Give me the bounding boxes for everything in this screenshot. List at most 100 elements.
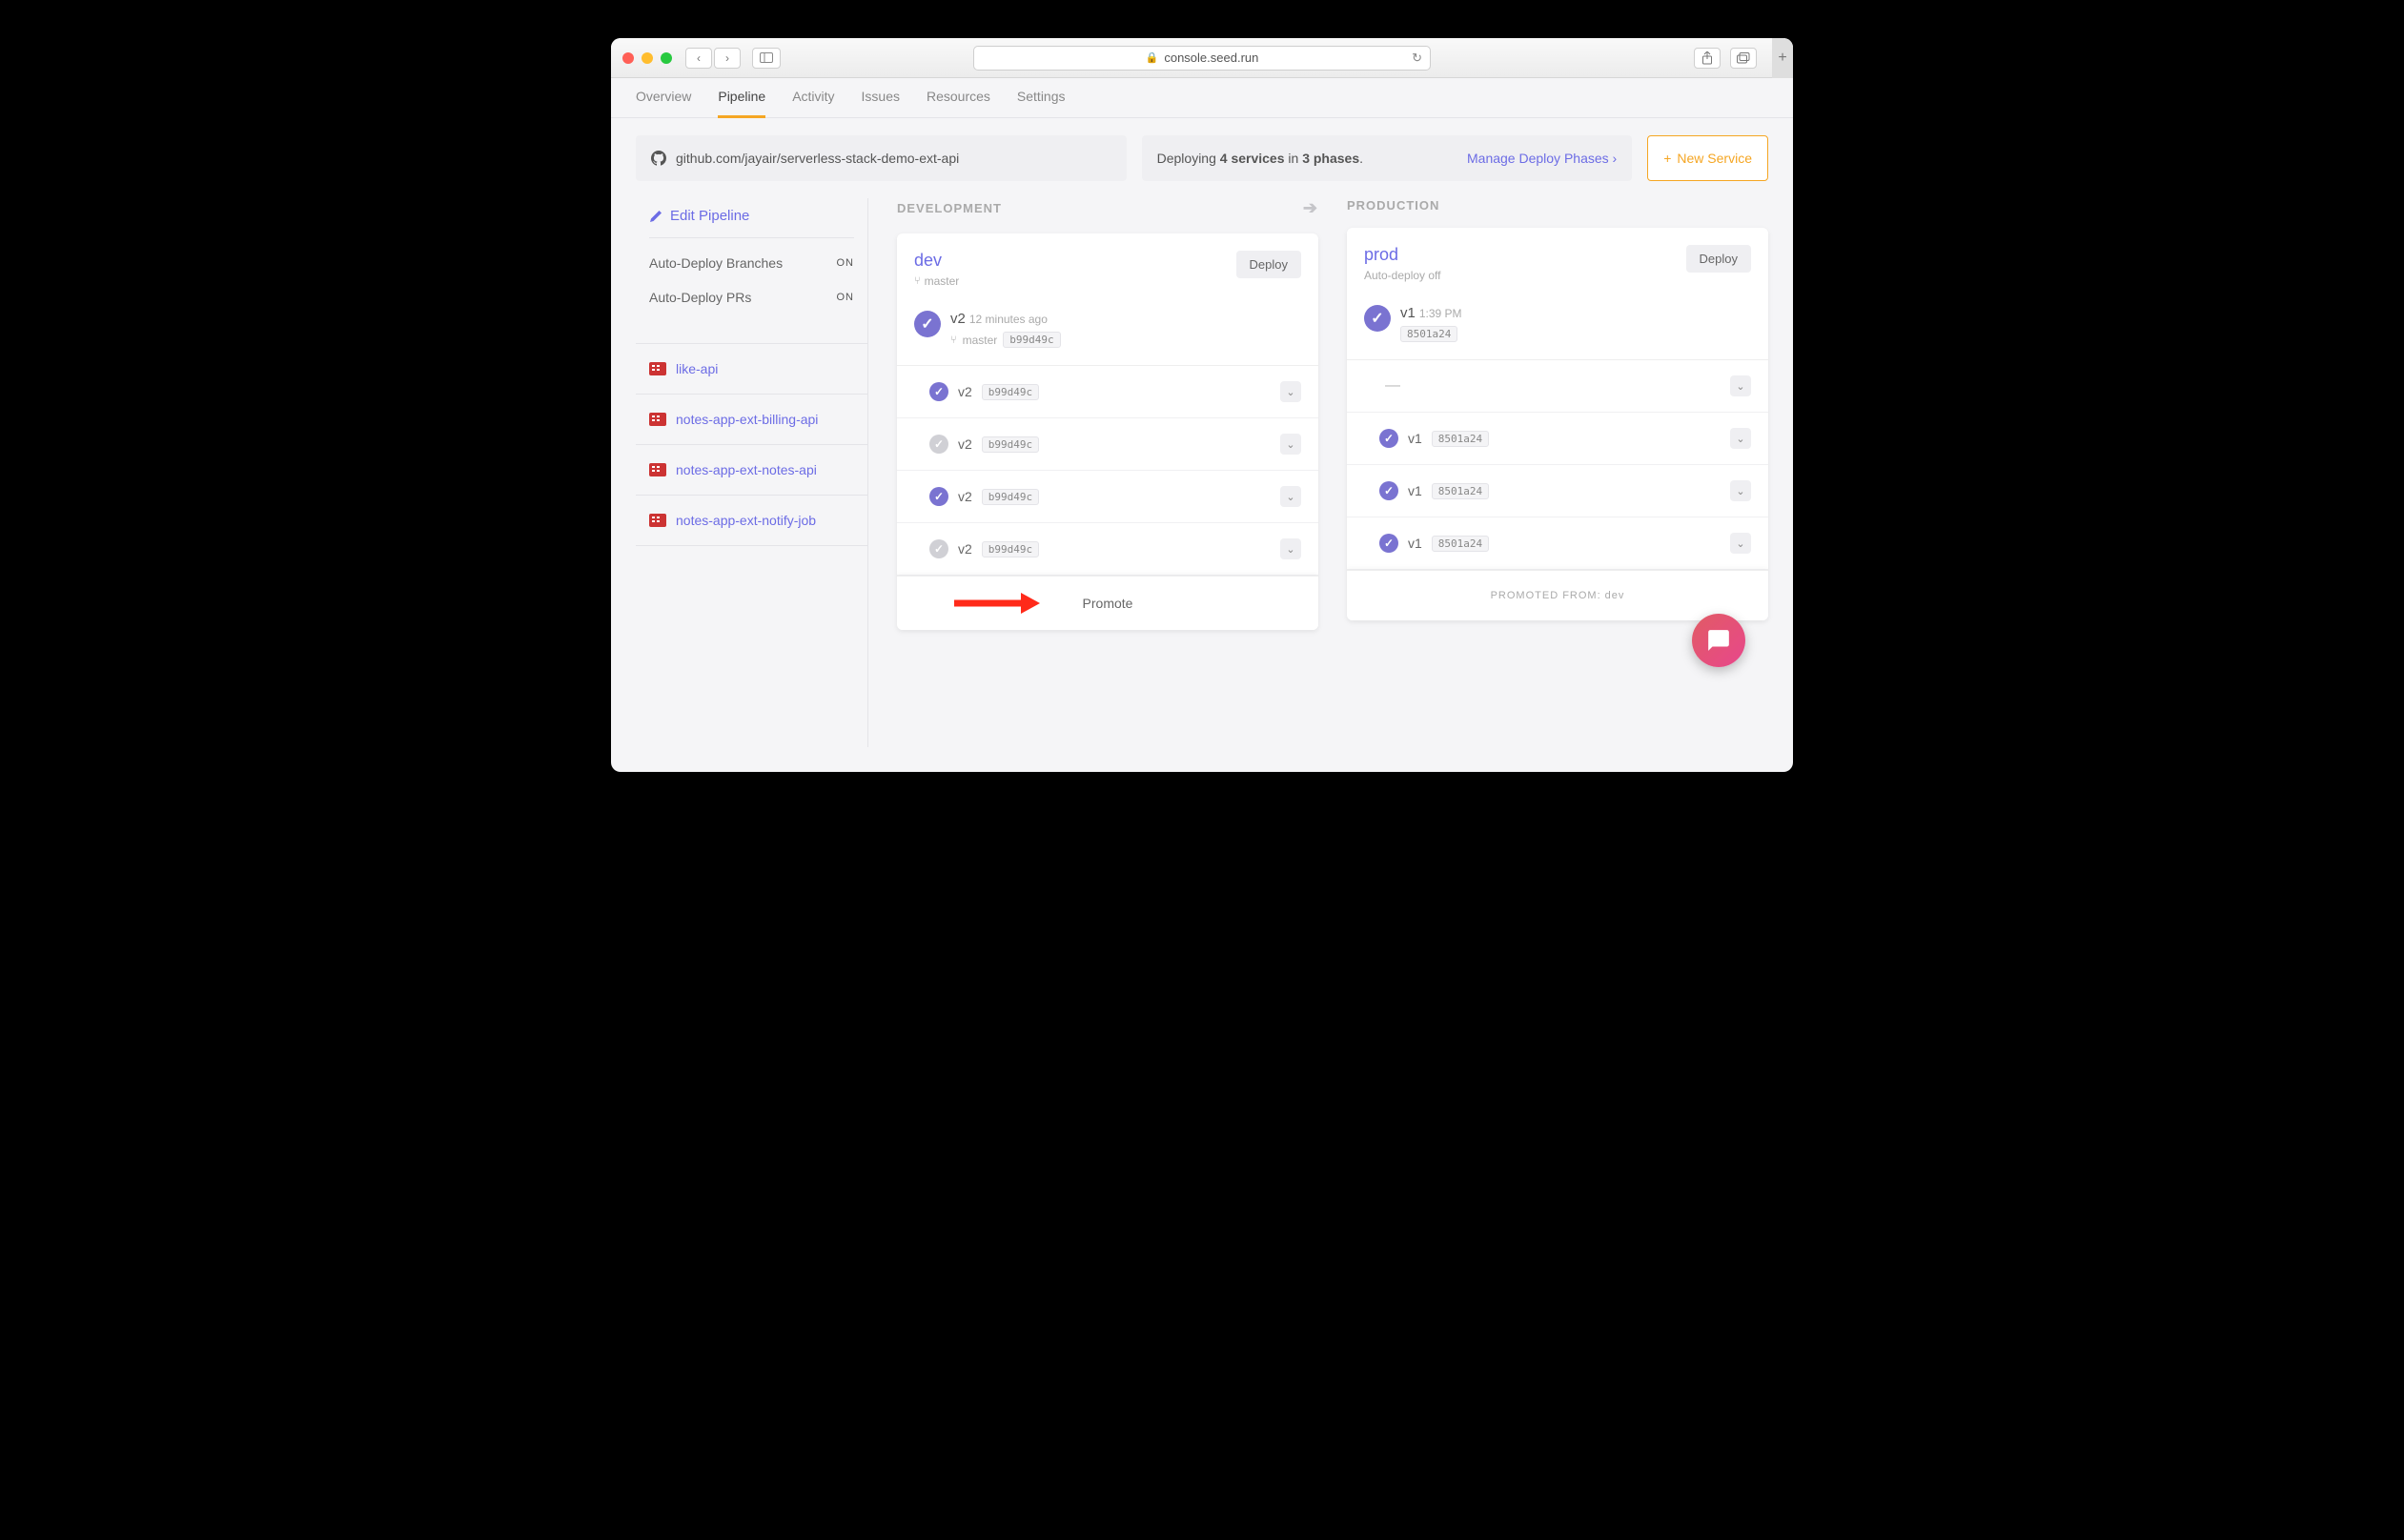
dev-service-row: v2 b99d49c ⌄ (897, 366, 1318, 418)
prod-stage-name[interactable]: prod (1364, 245, 1441, 265)
repo-url: github.com/jayair/serverless-stack-demo-… (676, 151, 959, 166)
expand-icon[interactable]: ⌄ (1730, 428, 1751, 449)
service-icon (649, 463, 666, 476)
service-icon (649, 514, 666, 527)
empty-icon: — (1385, 377, 1400, 395)
dev-service-row: v2 b99d49c ⌄ (897, 523, 1318, 576)
share-button[interactable] (1694, 48, 1721, 69)
prod-version[interactable]: v1 (1400, 305, 1416, 321)
expand-icon[interactable]: ⌄ (1280, 381, 1301, 402)
pencil-icon (649, 210, 662, 223)
tab-issues[interactable]: Issues (862, 78, 900, 118)
auto-deploy-prs-setting[interactable]: Auto-Deploy PRs ON (636, 280, 867, 314)
expand-icon[interactable]: ⌄ (1280, 538, 1301, 559)
tab-activity[interactable]: Activity (792, 78, 834, 118)
browser-window: ‹ › 🔒 console.seed.run ↻ + Overview Pipe… (611, 38, 1793, 772)
tab-resources[interactable]: Resources (927, 78, 990, 118)
dev-version[interactable]: v2 (950, 311, 966, 327)
deploying-text: Deploying 4 services in 3 phases. (1157, 151, 1363, 166)
check-icon (929, 487, 948, 506)
sidebar-toggle-button[interactable] (752, 48, 781, 69)
expand-icon[interactable]: ⌄ (1730, 480, 1751, 501)
sidebar-service-billing-api[interactable]: notes-app-ext-billing-api (636, 394, 867, 444)
github-icon (651, 151, 666, 166)
dev-stage-name[interactable]: dev (914, 251, 959, 271)
expand-icon[interactable]: ⌄ (1280, 434, 1301, 455)
branch-icon: ⑂ (914, 275, 921, 287)
annotation-arrow-icon (954, 591, 1040, 616)
maximize-icon[interactable] (661, 52, 672, 64)
forward-button[interactable]: › (714, 48, 741, 69)
promoted-from-label: PROMOTED FROM: dev (1347, 570, 1768, 620)
sidebar: Edit Pipeline Auto-Deploy Branches ON Au… (636, 198, 868, 747)
dev-version-row: v212 minutes ago ⑂masterb99d49c (897, 299, 1318, 366)
chat-icon (1706, 628, 1731, 653)
expand-icon[interactable]: ⌄ (1730, 375, 1751, 396)
check-icon (1379, 481, 1398, 500)
tab-pipeline[interactable]: Pipeline (718, 78, 765, 118)
prod-hash[interactable]: 8501a24 (1400, 326, 1457, 342)
prod-service-row: v1 8501a24 ⌄ (1347, 465, 1768, 517)
dev-service-row: v2 b99d49c ⌄ (897, 418, 1318, 471)
stage-development: DEVELOPMENT ➔ dev ⑂ master Deploy (897, 198, 1318, 747)
check-icon (929, 382, 948, 401)
refresh-icon[interactable]: ↻ (1412, 51, 1422, 66)
check-icon (1379, 534, 1398, 553)
tabs-button[interactable] (1730, 48, 1757, 69)
dev-card-header: dev ⑂ master Deploy (897, 233, 1318, 299)
content: Edit Pipeline Auto-Deploy Branches ON Au… (611, 181, 1793, 772)
deploying-box: Deploying 4 services in 3 phases. Manage… (1142, 135, 1633, 181)
prod-service-row: — ⌄ (1347, 360, 1768, 413)
repo-box[interactable]: github.com/jayair/serverless-stack-demo-… (636, 135, 1127, 181)
dev-branch: ⑂ master (914, 274, 959, 288)
back-button[interactable]: ‹ (685, 48, 712, 69)
check-icon (914, 311, 941, 337)
divider (649, 237, 854, 238)
window-controls (622, 52, 672, 64)
prod-service-row: v1 8501a24 ⌄ (1347, 517, 1768, 570)
prod-deploy-button[interactable]: Deploy (1686, 245, 1751, 273)
minimize-icon[interactable] (642, 52, 653, 64)
expand-icon[interactable]: ⌄ (1730, 533, 1751, 554)
dev-time: 12 minutes ago (969, 313, 1048, 326)
service-icon (649, 362, 666, 375)
prod-service-row: v1 8501a24 ⌄ (1347, 413, 1768, 465)
dev-deploy-button[interactable]: Deploy (1236, 251, 1301, 278)
new-service-button[interactable]: + New Service (1647, 135, 1768, 181)
stage-label-production: PRODUCTION (1347, 198, 1768, 213)
branch-icon: ⑂ (950, 334, 957, 346)
sidebar-service-like-api[interactable]: like-api (636, 343, 867, 394)
service-icon (649, 413, 666, 426)
prod-card: prod Auto-deploy off Deploy v11:39 PM 85… (1347, 228, 1768, 620)
manage-deploy-phases-link[interactable]: Manage Deploy Phases › (1467, 151, 1617, 166)
address-bar[interactable]: 🔒 console.seed.run ↻ (973, 46, 1431, 71)
tab-settings[interactable]: Settings (1017, 78, 1066, 118)
dev-hash[interactable]: b99d49c (1003, 332, 1060, 348)
prod-branch: Auto-deploy off (1364, 269, 1441, 282)
stages: DEVELOPMENT ➔ dev ⑂ master Deploy (868, 198, 1768, 747)
topbar: github.com/jayair/serverless-stack-demo-… (611, 118, 1793, 181)
arrow-right-icon: ➔ (1303, 198, 1318, 218)
sidebar-service-notes-api[interactable]: notes-app-ext-notes-api (636, 444, 867, 495)
main-nav: Overview Pipeline Activity Issues Resour… (611, 78, 1793, 118)
dev-card: dev ⑂ master Deploy v212 minutes ago (897, 233, 1318, 630)
new-tab-button[interactable]: + (1772, 38, 1793, 78)
check-icon (1364, 305, 1391, 332)
sidebar-service-notify-job[interactable]: notes-app-ext-notify-job (636, 495, 867, 546)
check-icon (929, 435, 948, 454)
url-text: console.seed.run (1164, 51, 1258, 65)
expand-icon[interactable]: ⌄ (1280, 486, 1301, 507)
check-icon (1379, 429, 1398, 448)
auto-deploy-branches-setting[interactable]: Auto-Deploy Branches ON (636, 246, 867, 280)
promote-button[interactable]: Promote (897, 576, 1318, 630)
stage-production: PRODUCTION prod Auto-deploy off Deploy v… (1347, 198, 1768, 747)
prod-version-row: v11:39 PM 8501a24 (1347, 294, 1768, 360)
prod-card-header: prod Auto-deploy off Deploy (1347, 228, 1768, 294)
close-icon[interactable] (622, 52, 634, 64)
tab-overview[interactable]: Overview (636, 78, 691, 118)
edit-pipeline-link[interactable]: Edit Pipeline (636, 198, 867, 233)
dev-service-row: v2 b99d49c ⌄ (897, 471, 1318, 523)
check-icon (929, 539, 948, 558)
prod-time: 1:39 PM (1419, 307, 1462, 320)
chat-button[interactable] (1692, 614, 1745, 667)
